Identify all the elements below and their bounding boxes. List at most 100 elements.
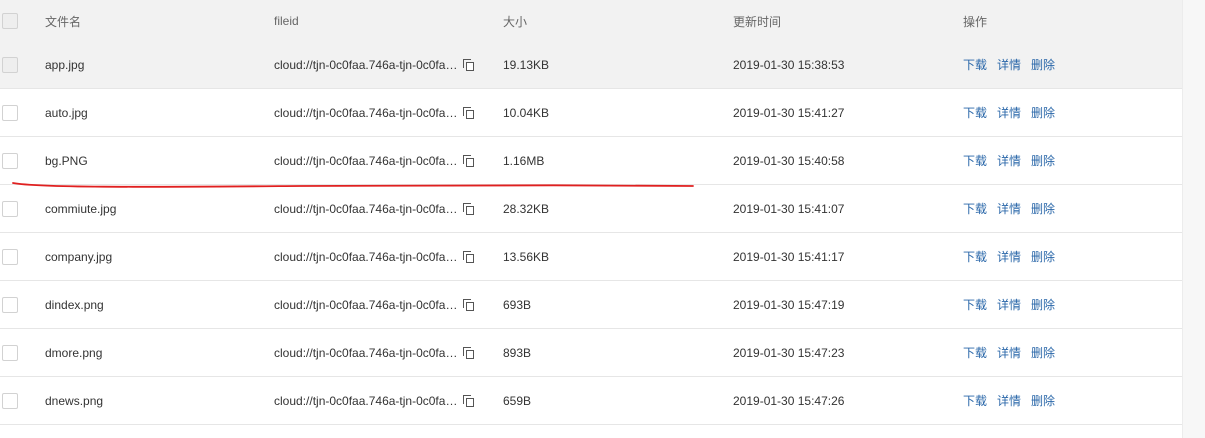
row-checkbox[interactable] <box>2 344 18 361</box>
header-name: 文件名 <box>45 14 82 29</box>
row-checkbox-cell <box>2 89 18 136</box>
file-size: 19.13KB <box>503 57 550 72</box>
file-id-cell: cloud://tjn-0c0faa.746a-tjn-0c0fa… <box>274 329 475 376</box>
update-time: 2019-01-30 15:47:26 <box>733 393 845 408</box>
table-row[interactable]: commiute.jpg cloud://tjn-0c0faa.746a-tjn-… <box>0 185 1182 233</box>
file-id: cloud://tjn-0c0faa.746a-tjn-0c0fa… <box>274 393 458 408</box>
row-checkbox-cell <box>2 233 18 280</box>
copy-icon[interactable] <box>463 250 475 263</box>
table-row[interactable]: bg.PNG cloud://tjn-0c0faa.746a-tjn-0c0fa…… <box>0 137 1182 185</box>
file-name: dmore.png <box>45 345 103 360</box>
download-link[interactable]: 下载 <box>963 296 987 313</box>
details-link[interactable]: 详情 <box>997 104 1021 121</box>
delete-link[interactable]: 删除 <box>1031 56 1055 73</box>
delete-link[interactable]: 删除 <box>1031 152 1055 169</box>
file-name: auto.jpg <box>45 105 88 120</box>
details-link[interactable]: 详情 <box>997 296 1021 313</box>
file-name: dnews.png <box>45 393 104 408</box>
delete-link[interactable]: 删除 <box>1031 104 1055 121</box>
copy-icon[interactable] <box>463 154 475 167</box>
delete-link[interactable]: 删除 <box>1031 200 1055 217</box>
details-link[interactable]: 详情 <box>997 200 1021 217</box>
download-link[interactable]: 下载 <box>963 104 987 121</box>
row-checkbox[interactable] <box>2 152 18 169</box>
row-actions: 下载 详情 删除 <box>963 233 1065 280</box>
row-checkbox[interactable] <box>2 392 18 409</box>
file-id: cloud://tjn-0c0faa.746a-tjn-0c0fa… <box>274 105 458 120</box>
file-id-cell: cloud://tjn-0c0faa.746a-tjn-0c0fa… <box>274 377 475 424</box>
row-actions: 下载 详情 删除 <box>963 137 1065 184</box>
file-id-cell: cloud://tjn-0c0faa.746a-tjn-0c0fa… <box>274 281 475 328</box>
details-link[interactable]: 详情 <box>997 248 1021 265</box>
update-time: 2019-01-30 15:38:53 <box>733 57 845 72</box>
delete-link[interactable]: 删除 <box>1031 344 1055 361</box>
row-checkbox[interactable] <box>2 104 18 121</box>
file-name: company.jpg <box>45 249 113 264</box>
copy-icon[interactable] <box>463 202 475 215</box>
download-link[interactable]: 下载 <box>963 152 987 169</box>
table-row[interactable]: dindex.png cloud://tjn-0c0faa.746a-tjn-0c… <box>0 281 1182 329</box>
copy-icon[interactable] <box>463 394 475 407</box>
update-time: 2019-01-30 15:41:07 <box>733 201 845 216</box>
row-checkbox[interactable] <box>2 248 18 265</box>
file-size: 693B <box>503 297 532 312</box>
file-manager: 文件名 fileid 大小 更新时间 操作 app.jpg cloud://tjn… <box>0 0 1205 438</box>
row-checkbox-cell <box>2 329 18 376</box>
row-actions: 下载 详情 删除 <box>963 41 1065 88</box>
header-ops: 操作 <box>963 14 988 29</box>
download-link[interactable]: 下载 <box>963 344 987 361</box>
details-link[interactable]: 详情 <box>997 344 1021 361</box>
copy-icon[interactable] <box>463 58 475 71</box>
row-checkbox-cell <box>2 137 18 184</box>
header-size: 大小 <box>503 14 528 29</box>
delete-link[interactable]: 删除 <box>1031 296 1055 313</box>
table-row[interactable]: app.jpg cloud://tjn-0c0faa.746a-tjn-0c0fa… <box>0 41 1182 89</box>
file-id: cloud://tjn-0c0faa.746a-tjn-0c0fa… <box>274 345 458 360</box>
row-checkbox[interactable] <box>2 56 18 73</box>
file-size: 893B <box>503 345 532 360</box>
row-checkbox-cell <box>2 377 18 424</box>
file-id-cell: cloud://tjn-0c0faa.746a-tjn-0c0fa… <box>274 89 475 136</box>
delete-link[interactable]: 删除 <box>1031 248 1055 265</box>
download-link[interactable]: 下载 <box>963 200 987 217</box>
copy-icon[interactable] <box>463 106 475 119</box>
table-row[interactable]: company.jpg cloud://tjn-0c0faa.746a-tjn-0… <box>0 233 1182 281</box>
details-link[interactable]: 详情 <box>997 392 1021 409</box>
file-id-cell: cloud://tjn-0c0faa.746a-tjn-0c0fa… <box>274 137 475 184</box>
download-link[interactable]: 下载 <box>963 248 987 265</box>
table-row[interactable]: dmore.png cloud://tjn-0c0faa.746a-tjn-0c0… <box>0 329 1182 377</box>
select-all-cell <box>2 0 18 42</box>
file-id: cloud://tjn-0c0faa.746a-tjn-0c0fa… <box>274 297 458 312</box>
delete-link[interactable]: 删除 <box>1031 392 1055 409</box>
file-table: 文件名 fileid 大小 更新时间 操作 app.jpg cloud://tjn… <box>0 0 1182 438</box>
update-time: 2019-01-30 15:40:58 <box>733 153 845 168</box>
table-row[interactable]: dnews.png cloud://tjn-0c0faa.746a-tjn-0c0… <box>0 377 1182 425</box>
file-size: 10.04KB <box>503 105 550 120</box>
details-link[interactable]: 详情 <box>997 56 1021 73</box>
table-row[interactable]: auto.jpg cloud://tjn-0c0faa.746a-tjn-0c0f… <box>0 89 1182 137</box>
file-size: 659B <box>503 393 532 408</box>
file-name: app.jpg <box>45 57 85 72</box>
file-id-cell: cloud://tjn-0c0faa.746a-tjn-0c0fa… <box>274 233 475 280</box>
table-header: 文件名 fileid 大小 更新时间 操作 <box>0 0 1182 42</box>
update-time: 2019-01-30 15:47:19 <box>733 297 845 312</box>
vertical-scrollbar[interactable] <box>1182 0 1205 438</box>
copy-icon[interactable] <box>463 346 475 359</box>
row-checkbox[interactable] <box>2 296 18 313</box>
header-fileid: fileid <box>274 14 299 28</box>
row-actions: 下载 详情 删除 <box>963 377 1065 424</box>
download-link[interactable]: 下载 <box>963 56 987 73</box>
file-id-cell: cloud://tjn-0c0faa.746a-tjn-0c0fa… <box>274 185 475 232</box>
row-actions: 下载 详情 删除 <box>963 329 1065 376</box>
file-id: cloud://tjn-0c0faa.746a-tjn-0c0fa… <box>274 153 458 168</box>
copy-icon[interactable] <box>463 298 475 311</box>
file-name: bg.PNG <box>45 153 88 168</box>
row-checkbox[interactable] <box>2 200 18 217</box>
details-link[interactable]: 详情 <box>997 152 1021 169</box>
file-id: cloud://tjn-0c0faa.746a-tjn-0c0fa… <box>274 249 458 264</box>
row-checkbox-cell <box>2 281 18 328</box>
select-all-checkbox[interactable] <box>2 13 18 29</box>
row-checkbox-cell <box>2 185 18 232</box>
row-checkbox-cell <box>2 41 18 88</box>
download-link[interactable]: 下载 <box>963 392 987 409</box>
